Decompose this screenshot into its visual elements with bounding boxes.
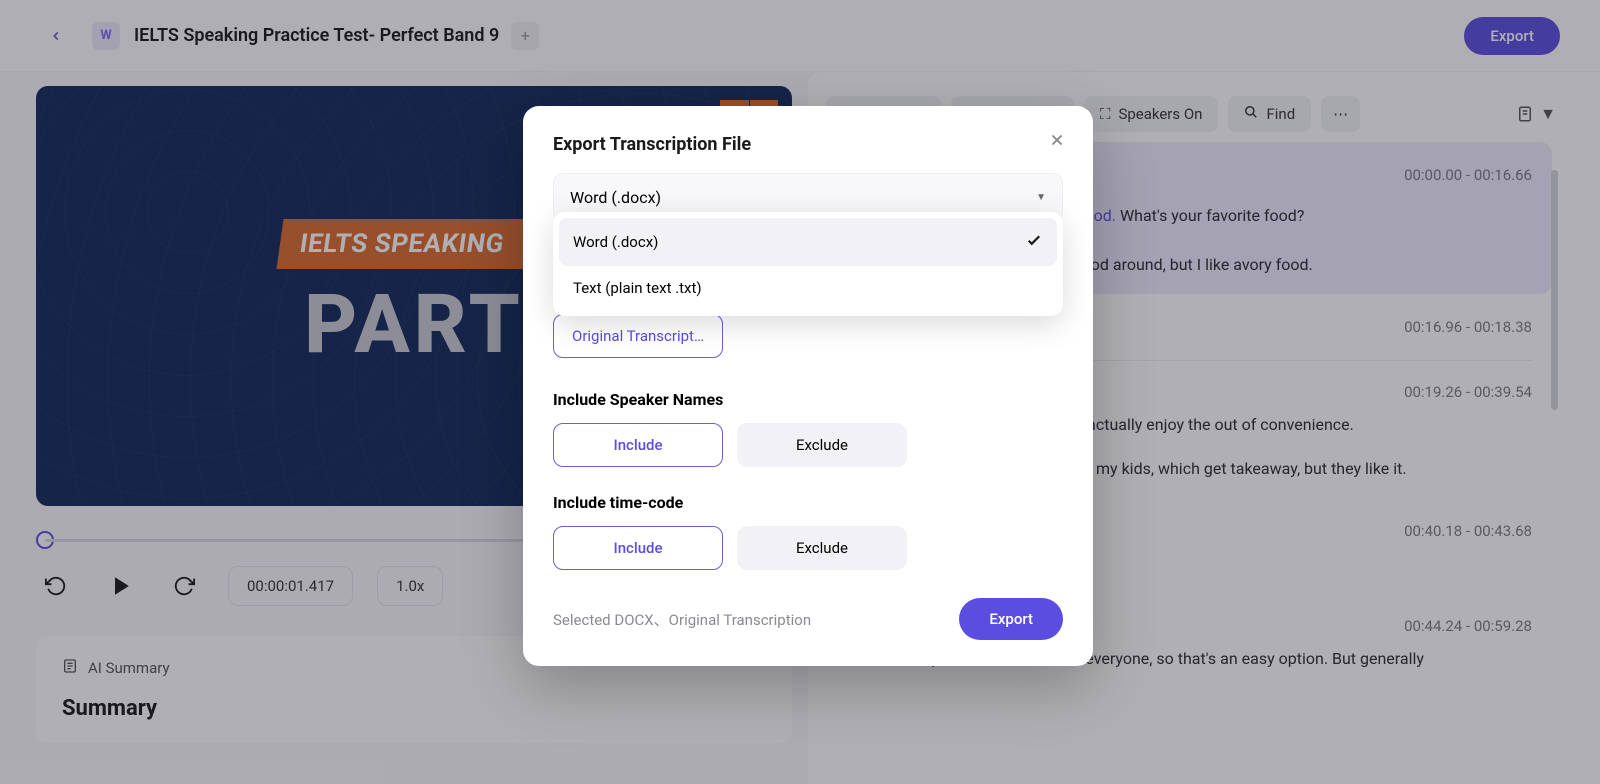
- export-confirm-button[interactable]: Export: [959, 598, 1063, 640]
- modal-title: Export Transcription File: [553, 134, 1063, 155]
- original-transcription-pill[interactable]: Original Transcripti…: [553, 314, 723, 358]
- chevron-down-icon: ▼: [1036, 192, 1046, 203]
- exclude-timecode-button[interactable]: Exclude: [737, 526, 907, 570]
- include-speaker-button[interactable]: Include: [553, 423, 723, 467]
- format-dropdown: Word (.docx) Text (plain text .txt): [553, 212, 1063, 316]
- modal-overlay[interactable]: Export Transcription File Word (.docx) ▼…: [0, 0, 1600, 784]
- check-icon: [1025, 231, 1043, 253]
- close-button[interactable]: [1043, 128, 1071, 156]
- timecode-section-label: Include time-code: [553, 493, 1063, 512]
- dropdown-option[interactable]: Text (plain text .txt): [559, 266, 1057, 310]
- modal-footer-text: Selected DOCX、Original Transcription: [553, 609, 811, 630]
- export-modal: Export Transcription File Word (.docx) ▼…: [523, 106, 1093, 666]
- exclude-speaker-button[interactable]: Exclude: [737, 423, 907, 467]
- speaker-section-label: Include Speaker Names: [553, 390, 1063, 409]
- dropdown-option[interactable]: Word (.docx): [559, 218, 1057, 266]
- include-timecode-button[interactable]: Include: [553, 526, 723, 570]
